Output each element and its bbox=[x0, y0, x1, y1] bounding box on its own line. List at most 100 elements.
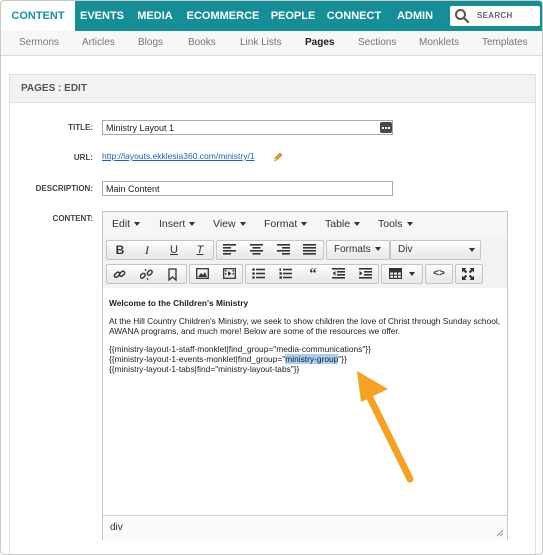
nav-tab-media[interactable]: MEDIA bbox=[129, 1, 181, 31]
bullet-list-button[interactable] bbox=[246, 265, 272, 283]
numbered-list-button[interactable] bbox=[273, 265, 299, 283]
pencil-edit-icon[interactable] bbox=[272, 151, 284, 163]
insert-media-button[interactable] bbox=[217, 265, 243, 283]
insert-link-button[interactable] bbox=[107, 265, 133, 283]
chevron-down-icon bbox=[239, 222, 246, 227]
media-group bbox=[189, 264, 243, 284]
text-style-group: B I U T bbox=[106, 240, 214, 260]
subnav-item-sections[interactable]: Sections bbox=[358, 31, 396, 55]
source-code-button[interactable]: <> bbox=[426, 265, 452, 283]
chevron-down-icon bbox=[354, 222, 361, 227]
table-icon bbox=[389, 268, 402, 279]
search-label: SEARCH bbox=[477, 11, 513, 20]
table-dropdown[interactable] bbox=[381, 264, 423, 284]
align-left-button[interactable] bbox=[217, 241, 243, 259]
formats-dropdown[interactable]: Formats bbox=[326, 240, 390, 260]
content-subnav: Sermons Articles Blogs Books Link Lists … bbox=[1, 31, 542, 56]
code-group: <> bbox=[425, 264, 453, 284]
rich-text-editor: Edit Insert View Format Table Tools B I … bbox=[102, 211, 508, 540]
nav-tab-admin[interactable]: ADMIN bbox=[387, 1, 443, 31]
chevron-down-icon bbox=[409, 272, 415, 276]
fullscreen-button[interactable] bbox=[456, 265, 482, 283]
align-center-icon bbox=[250, 244, 263, 255]
align-justify-icon bbox=[303, 244, 316, 255]
outdent-icon bbox=[332, 268, 345, 279]
chevron-down-icon bbox=[469, 248, 475, 252]
remove-link-button[interactable] bbox=[134, 265, 160, 283]
nav-tab-connect[interactable]: CONNECT bbox=[321, 1, 387, 31]
align-right-button[interactable] bbox=[271, 241, 297, 259]
title-options-button[interactable] bbox=[380, 122, 392, 133]
align-justify-button[interactable] bbox=[297, 241, 323, 259]
subnav-item-books[interactable]: Books bbox=[188, 31, 216, 55]
editor-statusbar: div bbox=[103, 515, 507, 540]
table-button[interactable] bbox=[382, 265, 422, 283]
editor-content-area[interactable]: Welcome to the Children's Ministry At th… bbox=[103, 288, 507, 515]
link-group bbox=[106, 264, 187, 284]
subnav-item-blogs[interactable]: Blogs bbox=[138, 31, 163, 55]
italic-button[interactable]: I bbox=[134, 241, 160, 259]
resize-handle-icon[interactable] bbox=[496, 529, 504, 537]
link-icon bbox=[113, 270, 126, 279]
unlink-icon bbox=[140, 268, 153, 281]
chevron-down-icon bbox=[134, 222, 141, 227]
description-input[interactable]: Main Content bbox=[102, 181, 393, 196]
page-header: PAGES : EDIT bbox=[9, 74, 536, 103]
align-left-icon bbox=[223, 244, 236, 255]
subnav-item-templates[interactable]: Templates bbox=[482, 31, 528, 55]
menu-format[interactable]: Format bbox=[264, 212, 308, 237]
editor-menubar: Edit Insert View Format Table Tools bbox=[103, 212, 507, 237]
url-label: URL: bbox=[73, 153, 93, 162]
bold-button[interactable]: B bbox=[107, 241, 133, 259]
chevron-down-icon bbox=[189, 222, 196, 227]
subnav-item-sermons[interactable]: Sermons bbox=[19, 31, 59, 55]
menu-tools[interactable]: Tools bbox=[378, 212, 413, 237]
nav-tab-events[interactable]: EVENTS bbox=[75, 1, 129, 31]
search-icon bbox=[455, 9, 470, 24]
subnav-item-link-lists[interactable]: Link Lists bbox=[240, 31, 282, 55]
chevron-down-icon bbox=[301, 222, 308, 227]
selected-text: ministry-group bbox=[285, 354, 339, 364]
outdent-button[interactable] bbox=[326, 265, 352, 283]
title-input[interactable]: Ministry Layout 1 bbox=[102, 120, 393, 135]
align-right-icon bbox=[277, 244, 290, 255]
align-center-button[interactable] bbox=[244, 241, 270, 259]
content-label: CONTENT: bbox=[52, 214, 93, 223]
content-paragraph: At the Hill Country Children's Ministry,… bbox=[109, 316, 501, 336]
subnav-item-monklets[interactable]: Monklets bbox=[419, 31, 459, 55]
alignment-group bbox=[216, 240, 324, 260]
nav-tab-ecommerce[interactable]: ECOMMERCE bbox=[181, 1, 265, 31]
video-icon bbox=[223, 268, 236, 279]
monklet-line-tabs: {{ministry-layout-1-tabs|find="ministry-… bbox=[109, 364, 300, 374]
title-label: TITLE: bbox=[68, 123, 93, 132]
menu-view[interactable]: View bbox=[213, 212, 246, 237]
element-path[interactable]: div bbox=[110, 516, 123, 540]
monklet-line-staff: {{ministry-layout-1-staff-monklet|find_g… bbox=[109, 344, 371, 354]
subnav-item-articles[interactable]: Articles bbox=[82, 31, 115, 55]
insert-image-button[interactable] bbox=[190, 265, 216, 283]
nav-tab-content[interactable]: CONTENT bbox=[1, 1, 75, 31]
menu-table[interactable]: Table bbox=[325, 212, 361, 237]
bookmark-icon bbox=[168, 268, 177, 281]
menu-insert[interactable]: Insert bbox=[159, 212, 196, 237]
fullscreen-group bbox=[455, 264, 483, 284]
subnav-item-pages[interactable]: Pages bbox=[305, 31, 334, 55]
underline-button[interactable]: U bbox=[161, 241, 187, 259]
cms-window: CONTENT EVENTS MEDIA ECOMMERCE PEOPLE CO… bbox=[0, 0, 543, 555]
blockquote-button[interactable]: “ bbox=[300, 265, 326, 283]
indent-button[interactable] bbox=[353, 265, 379, 283]
clear-format-button[interactable]: T bbox=[187, 241, 213, 259]
description-label: DESCRIPTION: bbox=[35, 184, 93, 193]
anchor-button[interactable] bbox=[161, 265, 187, 283]
page-url-link[interactable]: http://layouts.ekklesia360.com/ministry/… bbox=[102, 151, 255, 161]
chevron-down-icon bbox=[406, 222, 413, 227]
search-box[interactable]: SEARCH bbox=[450, 6, 540, 26]
nav-tab-people[interactable]: PEOPLE bbox=[265, 1, 321, 31]
block-format-dropdown[interactable]: Div bbox=[390, 240, 481, 260]
menu-edit[interactable]: Edit bbox=[112, 212, 141, 237]
image-icon bbox=[196, 268, 209, 279]
indent-icon bbox=[359, 268, 372, 279]
numbered-list-icon bbox=[279, 268, 292, 279]
list-group: “ bbox=[245, 264, 379, 284]
bullet-list-icon bbox=[252, 268, 265, 279]
